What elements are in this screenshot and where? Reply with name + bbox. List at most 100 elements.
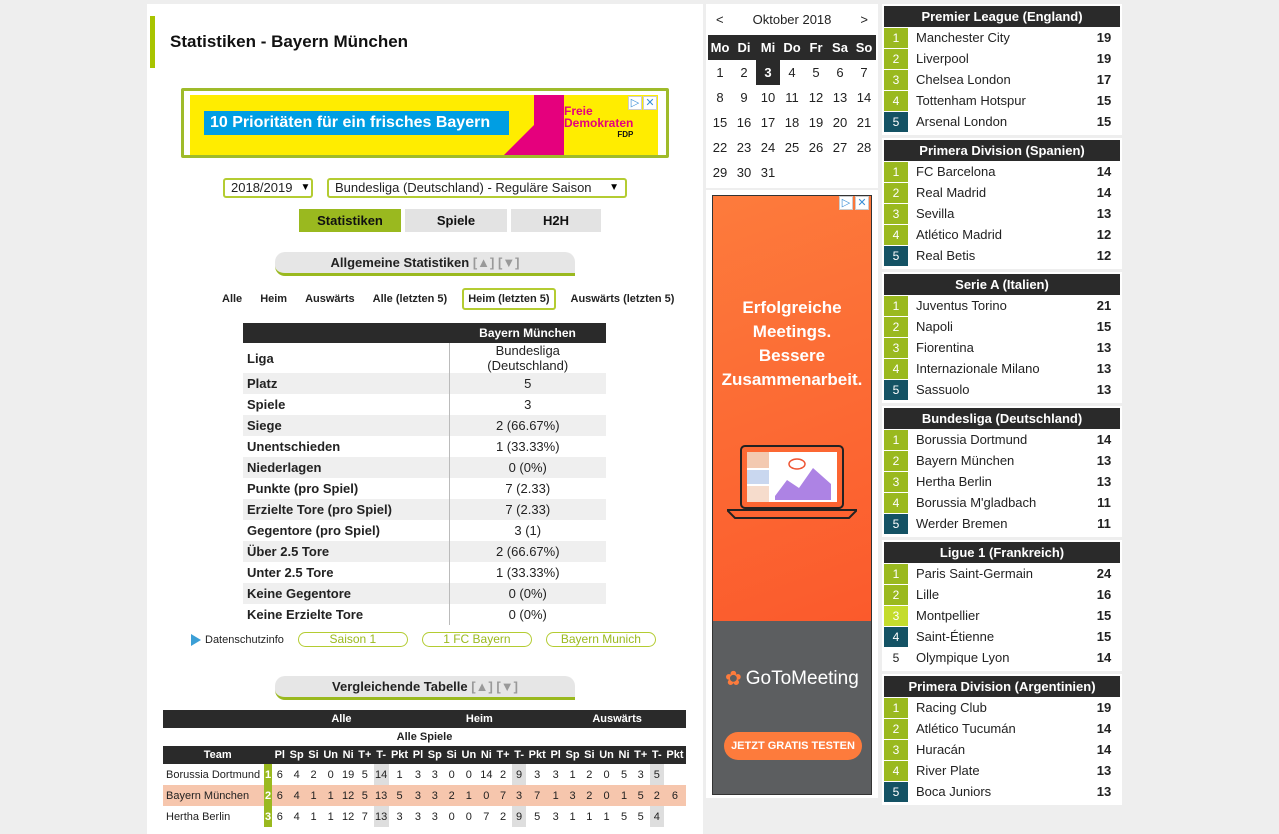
table-row[interactable]: Hertha Berlin 3 6 4 1 1 12 7 13 3 3 3 0 0 7 2 9 5 3 1 1 1 5 5 4 (163, 806, 686, 827)
tab-spiele[interactable]: Spiele (405, 209, 507, 232)
tab-h2h[interactable]: H2H (511, 209, 601, 232)
calendar-day[interactable]: 18 (780, 110, 804, 135)
privacy-info-link[interactable]: Datenschutzinfo (191, 633, 284, 646)
tag-bayern-munich[interactable]: Bayern Munich (545, 632, 656, 647)
filter-alle[interactable]: Alle (219, 291, 245, 307)
calendar-day[interactable]: 4 (780, 60, 804, 85)
sort-down-link[interactable]: [▼] (498, 255, 520, 270)
calendar-day[interactable]: 17 (756, 110, 780, 135)
league-row[interactable]: 5 Boca Juniors 13 (884, 781, 1120, 802)
league-title[interactable]: Bundesliga (Deutschland) (884, 408, 1120, 429)
calendar-day[interactable]: 20 (828, 110, 852, 135)
league-row[interactable]: 1 Borussia Dortmund 14 (884, 429, 1120, 450)
calendar-day[interactable]: 23 (732, 135, 756, 160)
calendar-day[interactable]: 2 (732, 60, 756, 85)
league-row[interactable]: 5 Olympique Lyon 14 (884, 647, 1120, 668)
calendar-day[interactable]: 16 (732, 110, 756, 135)
league-row[interactable]: 3 Huracán 14 (884, 739, 1120, 760)
league-title[interactable]: Primera Division (Argentinien) (884, 676, 1120, 697)
league-title[interactable]: Serie A (Italien) (884, 274, 1120, 295)
filter-auswaerts[interactable]: Auswärts (302, 291, 358, 307)
league-row[interactable]: 1 Manchester City 19 (884, 27, 1120, 48)
calendar-day[interactable]: 24 (756, 135, 780, 160)
league-row[interactable]: 2 Atlético Tucumán 14 (884, 718, 1120, 739)
close-ad-icon[interactable]: ✕ (855, 196, 869, 210)
calendar-day[interactable]: 1 (708, 60, 732, 85)
league-row[interactable]: 4 Tottenham Hotspur 15 (884, 90, 1120, 111)
calendar-day[interactable]: 10 (756, 85, 780, 110)
league-row[interactable]: 1 FC Barcelona 14 (884, 161, 1120, 182)
adchoices-icon[interactable]: ▷ (628, 96, 642, 110)
league-title[interactable]: Premier League (England) (884, 6, 1120, 27)
calendar-day[interactable]: 12 (804, 85, 828, 110)
league-row[interactable]: 4 Atlético Madrid 12 (884, 224, 1120, 245)
competition-select[interactable]: Bundesliga (Deutschland) - Reguläre Sais… (327, 178, 627, 198)
table-row[interactable]: Bayern München 2 6 4 1 1 12 5 13 5 3 3 2 1 0 7 3 7 1 3 2 0 1 5 2… (163, 785, 686, 806)
league-row[interactable]: 4 Borussia M'gladbach 11 (884, 492, 1120, 513)
close-ad-icon[interactable]: ✕ (643, 96, 657, 110)
calendar-day[interactable]: 28 (852, 135, 876, 160)
league-row[interactable]: 2 Lille 16 (884, 584, 1120, 605)
league-row[interactable]: 1 Paris Saint-Germain 24 (884, 563, 1120, 584)
ad-cta-button[interactable]: JETZT GRATIS TESTEN (724, 732, 862, 760)
league-row[interactable]: 2 Bayern München 13 (884, 450, 1120, 471)
filter-heim-letzten-5[interactable]: Heim (letzten 5) (462, 288, 556, 310)
calendar-prev-button[interactable]: < (716, 12, 724, 27)
league-row[interactable]: 5 Sassuolo 13 (884, 379, 1120, 400)
league-row[interactable]: 3 Hertha Berlin 13 (884, 471, 1120, 492)
league-row[interactable]: 5 Arsenal London 15 (884, 111, 1120, 132)
calendar-day[interactable]: 30 (732, 160, 756, 185)
league-row[interactable]: 5 Real Betis 12 (884, 245, 1120, 266)
league-row[interactable]: 3 Chelsea London 17 (884, 69, 1120, 90)
calendar-day[interactable]: 7 (852, 60, 876, 85)
league-row[interactable]: 2 Liverpool 19 (884, 48, 1120, 69)
calendar-day[interactable]: 14 (852, 85, 876, 110)
filter-auswaerts-letzten-5[interactable]: Auswärts (letzten 5) (568, 291, 678, 307)
fdp-ad-banner[interactable]: 10 Prioritäten für ein frisches Bayern F… (181, 88, 669, 158)
calendar-day[interactable]: 13 (828, 85, 852, 110)
sort-up-link[interactable]: [▲] (473, 255, 495, 270)
calendar-day[interactable]: 21 (852, 110, 876, 135)
league-row[interactable]: 4 Saint-Étienne 15 (884, 626, 1120, 647)
filter-alle-letzten-5[interactable]: Alle (letzten 5) (370, 291, 451, 307)
table-cell: 1 (548, 785, 564, 806)
season-select[interactable]: 2018/2019 ▼ (223, 178, 313, 198)
calendar-day[interactable]: 5 (804, 60, 828, 85)
league-row[interactable]: 2 Napoli 15 (884, 316, 1120, 337)
league-title[interactable]: Ligue 1 (Frankreich) (884, 542, 1120, 563)
calendar-day[interactable]: 25 (780, 135, 804, 160)
calendar-day[interactable]: 29 (708, 160, 732, 185)
calendar-day[interactable]: 9 (732, 85, 756, 110)
calendar-day[interactable]: 19 (804, 110, 828, 135)
league-row[interactable]: 5 Werder Bremen 11 (884, 513, 1120, 534)
league-row[interactable]: 3 Sevilla 13 (884, 203, 1120, 224)
calendar-day[interactable]: 15 (708, 110, 732, 135)
filter-heim[interactable]: Heim (257, 291, 290, 307)
calendar-day[interactable]: 6 (828, 60, 852, 85)
league-row[interactable]: 4 Internazionale Milano 13 (884, 358, 1120, 379)
calendar-day[interactable]: 11 (780, 85, 804, 110)
calendar-day[interactable]: 31 (756, 160, 780, 185)
league-row[interactable]: 1 Juventus Torino 21 (884, 295, 1120, 316)
calendar-next-button[interactable]: > (860, 12, 868, 27)
league-row[interactable]: 4 River Plate 13 (884, 760, 1120, 781)
calendar-day[interactable]: 26 (804, 135, 828, 160)
tag-1-fc-bayern[interactable]: 1 FC Bayern (421, 632, 532, 647)
league-row[interactable]: 3 Montpellier 15 (884, 605, 1120, 626)
gotomeeting-ad[interactable]: Erfolgreiche Meetings. Bessere Zusammena… (706, 190, 878, 798)
calendar-day[interactable]: 3 (756, 60, 780, 85)
calendar-day[interactable]: 27 (828, 135, 852, 160)
tab-statistiken[interactable]: Statistiken (299, 209, 401, 232)
league-row[interactable]: 1 Racing Club 19 (884, 697, 1120, 718)
league-row[interactable]: 3 Fiorentina 13 (884, 337, 1120, 358)
calendar-day[interactable]: 8 (708, 85, 732, 110)
league-title[interactable]: Primera Division (Spanien) (884, 140, 1120, 161)
sort-up-link[interactable]: [▲] (471, 679, 493, 694)
league-team: FC Barcelona (916, 164, 996, 179)
league-row[interactable]: 2 Real Madrid 14 (884, 182, 1120, 203)
tag-saison-1[interactable]: Saison 1 (297, 632, 408, 647)
calendar-day[interactable]: 22 (708, 135, 732, 160)
table-row[interactable]: Borussia Dortmund 1 6 4 2 0 19 5 14 1 3 3 0 0 14 2 9 3 3 1 2… (163, 764, 686, 785)
sort-down-link[interactable]: [▼] (496, 679, 518, 694)
adchoices-icon[interactable]: ▷ (839, 196, 853, 210)
